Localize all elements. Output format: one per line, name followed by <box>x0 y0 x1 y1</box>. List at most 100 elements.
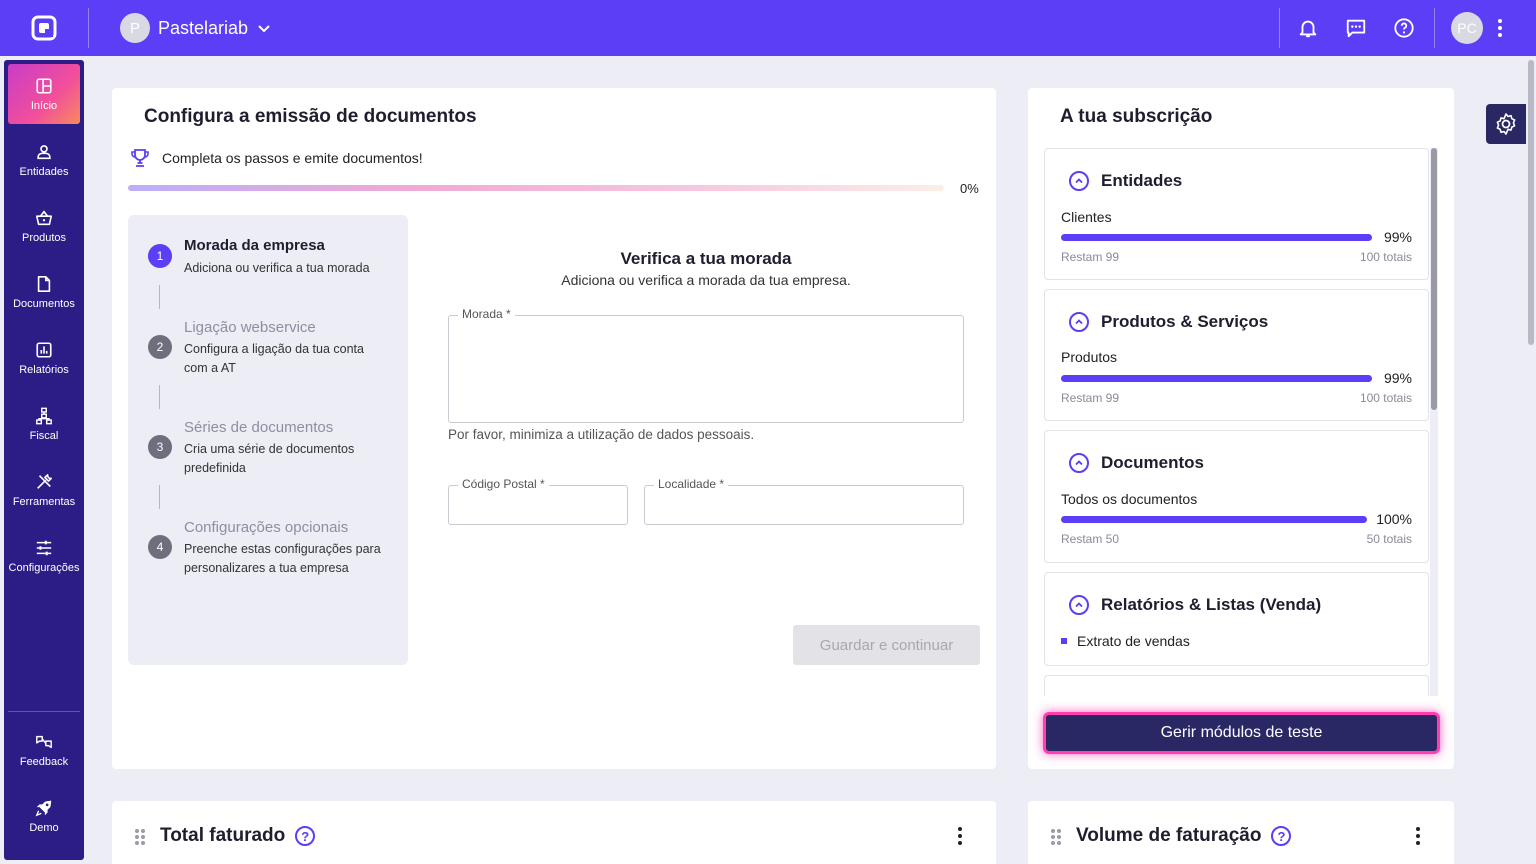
company-avatar: P <box>120 13 150 43</box>
drag-handle-icon[interactable] <box>135 829 145 845</box>
sidebar-item-documentos[interactable]: Documentos <box>8 262 80 322</box>
help-icon[interactable]: ? <box>1271 826 1292 846</box>
usage-total: 100 totais <box>1359 250 1412 264</box>
chevron-up-icon <box>1069 312 1089 332</box>
step-connector <box>159 285 160 309</box>
sidebar-item-relatorios[interactable]: Relatórios <box>8 328 80 388</box>
step-description: Adiciona ou verifica a tua morada <box>184 261 370 275</box>
bullet-icon <box>1061 638 1067 644</box>
sidebar-item-label: Entidades <box>19 165 69 178</box>
widget-title: Volume de faturação <box>1076 825 1262 846</box>
locality-field[interactable] <box>644 485 964 525</box>
sidebar-item-feedback[interactable]: Feedback <box>8 720 80 780</box>
sidebar-item-label: Produtos <box>21 231 67 244</box>
subscription-section: Relatórios & Listas (Venda) Extrato de v… <box>1044 572 1429 666</box>
save-continue-button[interactable]: Guardar e continuar <box>793 625 980 665</box>
help-icon[interactable]: ? <box>295 826 316 846</box>
sidebar-item-entidades[interactable]: Entidades <box>8 130 80 190</box>
step-number: 4 <box>148 535 172 559</box>
document-icon <box>37 275 51 292</box>
bell-icon[interactable] <box>1296 16 1320 40</box>
topbar-divider <box>1279 8 1280 48</box>
list-item-label: Extrato de vendas <box>1077 633 1190 649</box>
user-avatar[interactable]: PC <box>1451 12 1483 44</box>
step-connector <box>159 385 160 409</box>
postal-code-label: Código Postal * <box>458 477 549 491</box>
step-title[interactable]: Ligação webservice <box>184 319 316 336</box>
usage-percent: 99% <box>1383 229 1412 245</box>
usage-bar <box>1061 234 1372 241</box>
sidebar-item-inicio[interactable]: Início <box>8 64 80 124</box>
section-title: Documentos <box>1101 453 1204 472</box>
address-field[interactable] <box>448 315 964 423</box>
subscription-scrollbar[interactable] <box>1430 148 1438 696</box>
step-title[interactable]: Séries de documentos <box>184 419 333 436</box>
locality-label: Localidade * <box>654 477 729 491</box>
sidebar-item-fiscal[interactable]: Fiscal <box>8 394 80 454</box>
usage-total: 100 totais <box>1359 391 1412 405</box>
step-title[interactable]: Morada da empresa <box>184 237 325 254</box>
section-title: Entidades <box>1101 171 1183 190</box>
section-header[interactable]: Entidades <box>1069 171 1182 191</box>
chevron-up-icon <box>1069 595 1089 615</box>
widget-title: Total faturado <box>160 825 286 846</box>
sidebar-item-label: Início <box>30 99 58 112</box>
form-title: Verifica a tua morada <box>620 249 792 268</box>
subscription-section: Produtos & Serviços Produtos 99% Restam … <box>1044 289 1429 421</box>
sidebar-item-ferramentas[interactable]: Ferramentas <box>8 460 80 520</box>
setup-subtitle: Completa os passos e emite documentos! <box>162 150 423 166</box>
sidebar-item-configuracoes[interactable]: Configurações <box>8 526 80 586</box>
manage-trial-modules-button[interactable]: Gerir módulos de teste <box>1043 712 1440 754</box>
topbar-divider <box>88 8 89 48</box>
company-name: Pastelariab <box>158 17 249 38</box>
drag-handle-icon[interactable] <box>1051 829 1061 845</box>
section-header[interactable]: Documentos <box>1069 453 1204 473</box>
section-header[interactable]: Relatórios & Listas (Venda) <box>1069 595 1321 615</box>
setup-subtitle-row: Completa os passos e emite documentos! <box>130 148 423 168</box>
help-icon[interactable] <box>1392 16 1416 40</box>
feedback-icon <box>36 735 52 748</box>
more-menu-icon[interactable] <box>1497 19 1503 37</box>
page-scrollbar[interactable] <box>1526 56 1536 864</box>
page-scrollbar-thumb[interactable] <box>1528 60 1534 345</box>
step-description: Cria uma série de documentos predefinida <box>184 442 355 475</box>
usage-bar <box>1061 375 1372 382</box>
usage-percent: 99% <box>1383 370 1412 386</box>
topbar-divider <box>1434 8 1435 48</box>
chevron-up-icon <box>1069 453 1089 473</box>
person-icon <box>37 144 51 159</box>
basket-icon <box>35 209 53 225</box>
sidebar-divider <box>8 711 80 712</box>
usage-remaining: Restam 50 <box>1061 532 1120 546</box>
usage-total: 50 totais <box>1366 532 1412 546</box>
sidebar-item-label: Feedback <box>19 755 69 768</box>
postal-code-field[interactable] <box>448 485 628 525</box>
sidebar-item-label: Relatórios <box>19 363 69 376</box>
company-selector[interactable]: P Pastelariab <box>120 13 272 43</box>
section-title: Produtos & Serviços <box>1101 312 1269 331</box>
step-description: Configura a ligação da tua conta com a A… <box>184 342 364 375</box>
app-logo-icon[interactable] <box>30 14 58 42</box>
setup-progress-bar <box>128 185 944 191</box>
sidebar-item-label: Demo <box>29 821 59 834</box>
trophy-icon <box>131 149 149 167</box>
subscription-section: Entidades Clientes 99% Restam 99 100 tot… <box>1044 148 1429 280</box>
widget-header: Total faturado ? <box>160 825 316 847</box>
list-item: Extrato de vendas <box>1061 633 1190 649</box>
step-description: Preenche estas configurações para person… <box>184 542 381 575</box>
step-number: 3 <box>148 435 172 459</box>
chat-icon[interactable] <box>1344 16 1368 40</box>
settings-tab[interactable] <box>1486 104 1526 144</box>
usage-label: Produtos <box>1061 349 1118 365</box>
subscription-title: A tua subscrição <box>1060 106 1213 127</box>
sidebar-item-produtos[interactable]: Produtos <box>8 196 80 256</box>
rocket-icon <box>35 800 52 816</box>
sidebar-item-demo[interactable]: Demo <box>8 786 80 846</box>
step-connector <box>159 485 160 509</box>
section-header[interactable]: Produtos & Serviços <box>1069 312 1268 332</box>
address-hint: Por favor, minimiza a utilização de dado… <box>448 427 755 442</box>
widget-menu-icon[interactable] <box>1415 827 1421 845</box>
widget-menu-icon[interactable] <box>957 827 963 845</box>
subscription-scrollbar-thumb[interactable] <box>1431 148 1437 410</box>
step-title[interactable]: Configurações opcionais <box>184 519 348 536</box>
